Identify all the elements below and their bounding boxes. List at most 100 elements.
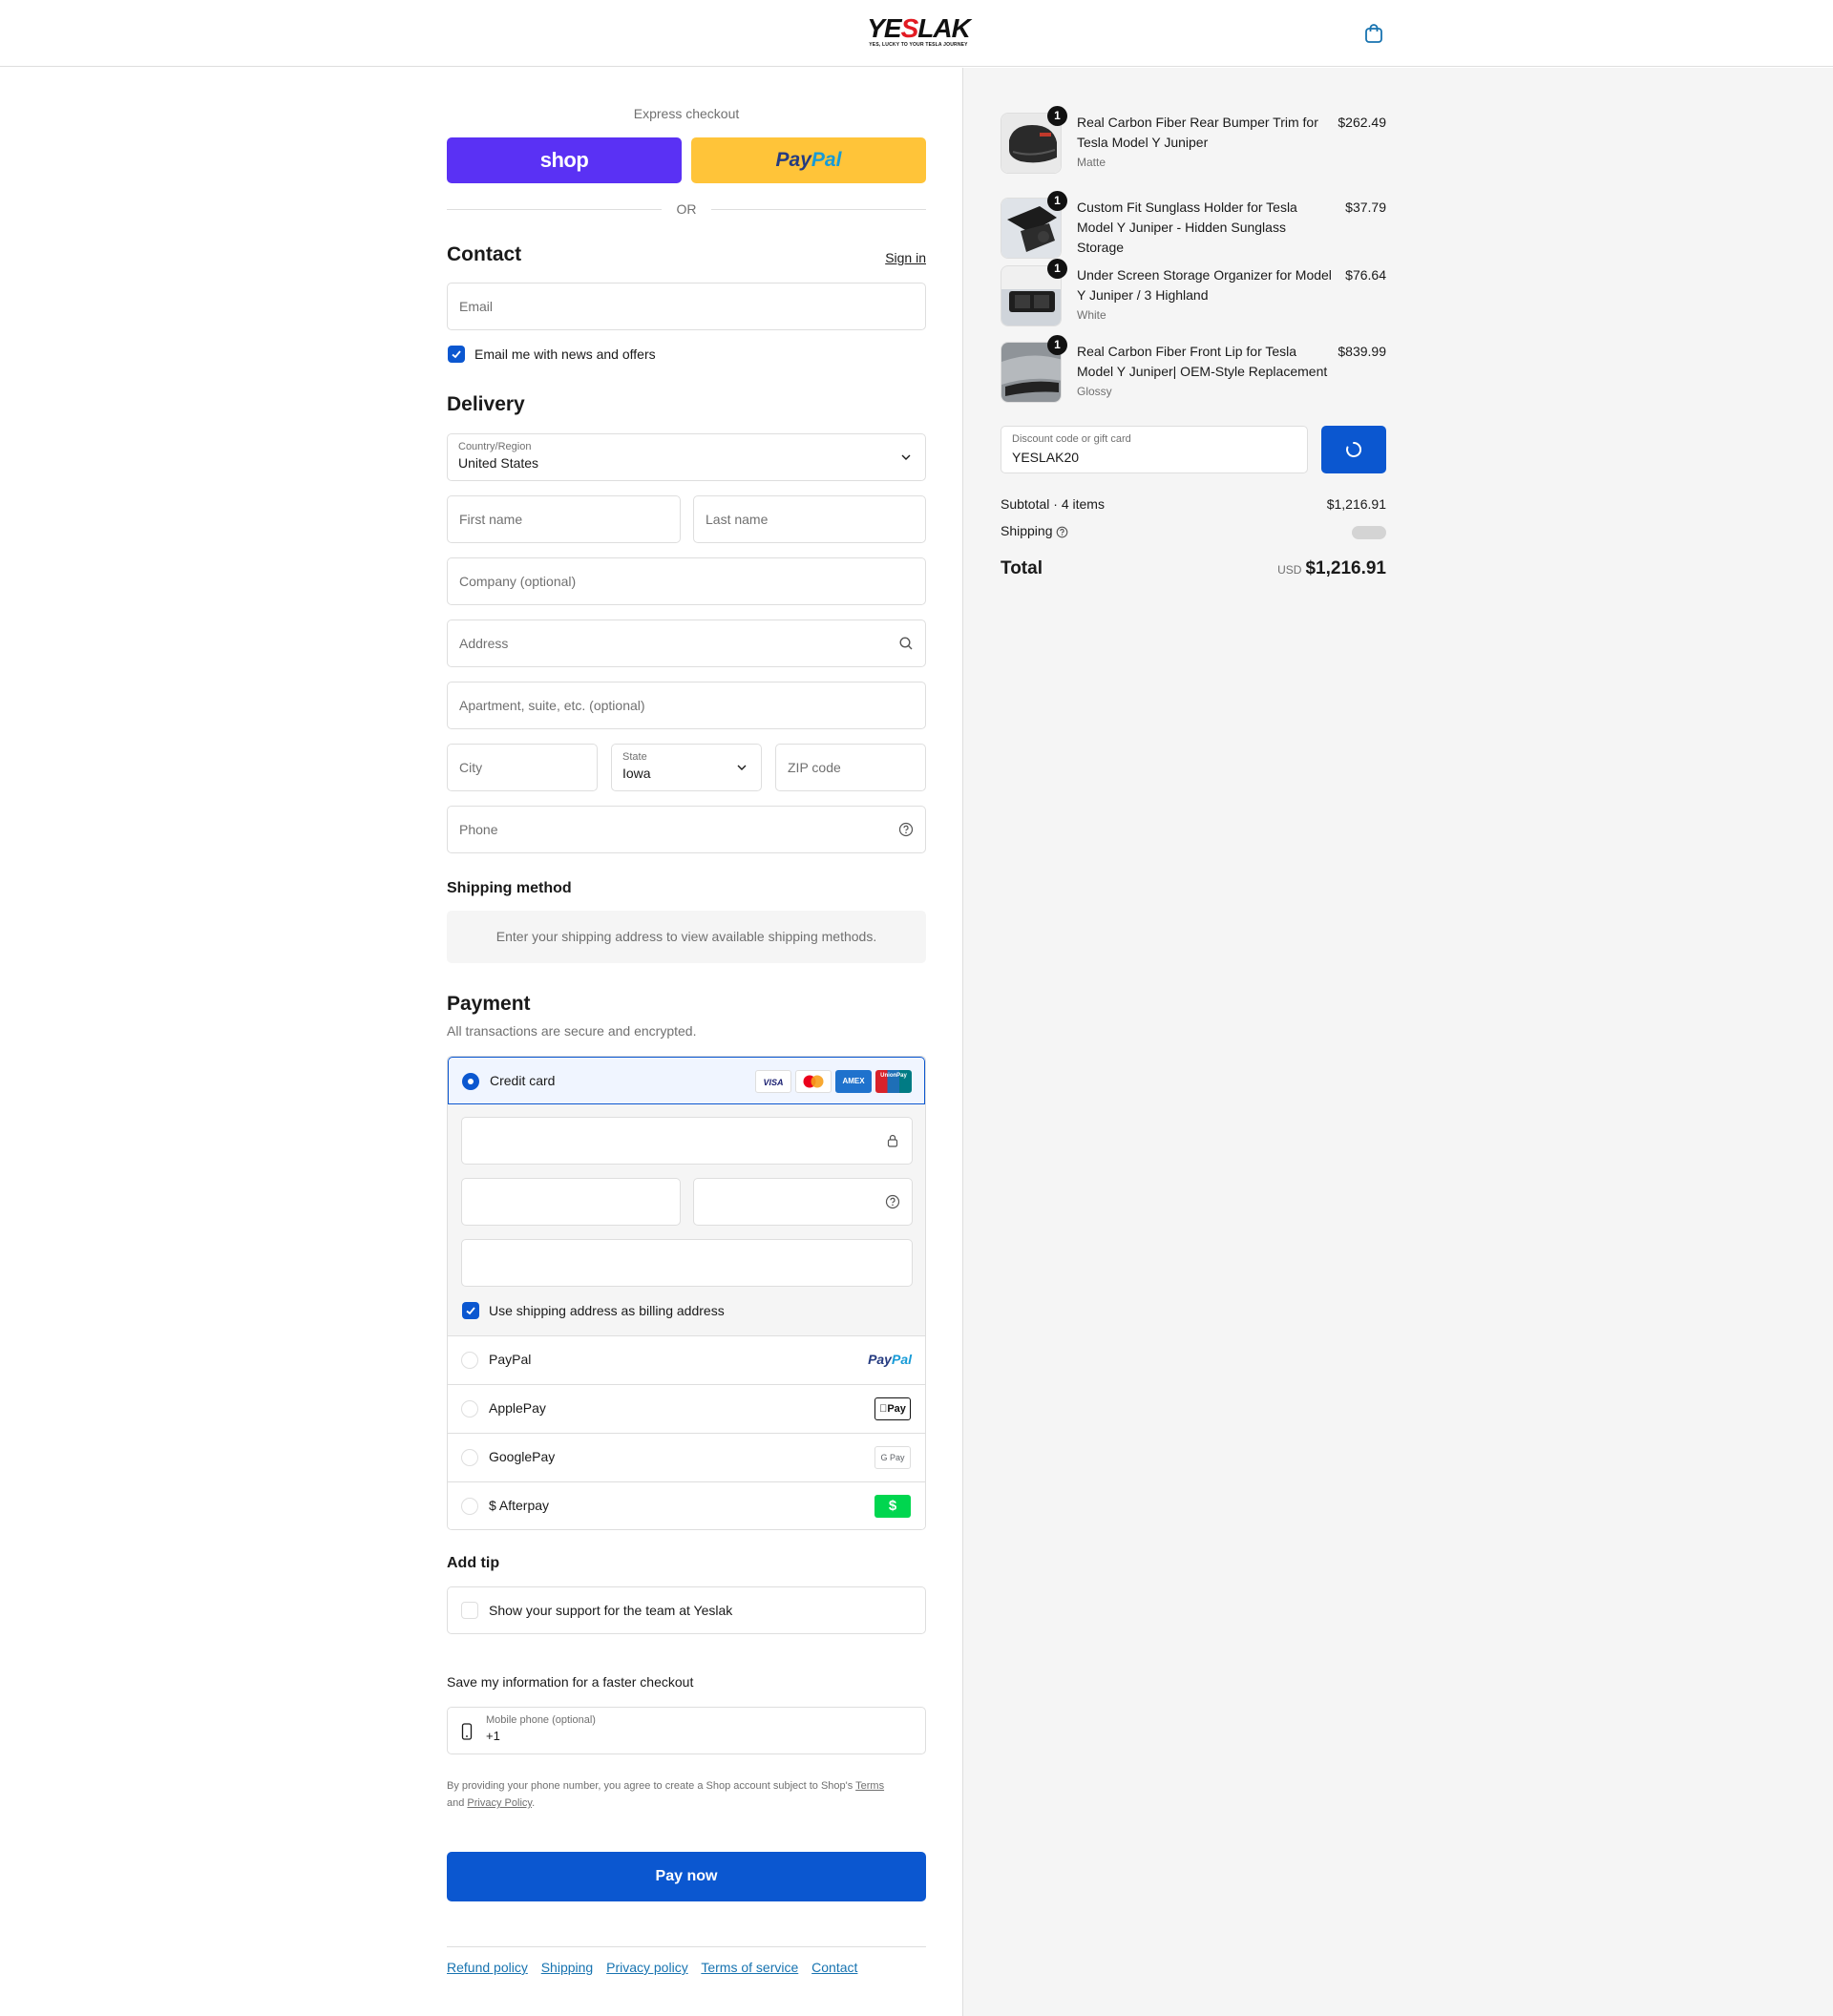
- tip-option[interactable]: Show your support for the team at Yeslak: [447, 1586, 926, 1634]
- apply-discount-button[interactable]: [1321, 426, 1386, 473]
- help-icon[interactable]: [898, 822, 914, 837]
- express-checkout-label: Express checkout: [633, 106, 740, 121]
- name-on-card-field[interactable]: [461, 1239, 913, 1287]
- shipping-method-heading: Shipping method: [447, 880, 572, 896]
- quantity-badge: 1: [1047, 191, 1067, 211]
- credit-card-radio[interactable]: [462, 1073, 479, 1090]
- shipping-label: Shipping: [1001, 523, 1053, 538]
- security-code-field[interactable]: [693, 1178, 913, 1226]
- state-select[interactable]: State Iowa: [611, 744, 762, 791]
- newsletter-checkbox[interactable]: [448, 346, 465, 363]
- product-variant: Matte: [1077, 156, 1106, 169]
- quantity-badge: 1: [1047, 335, 1067, 355]
- product-price: $839.99: [1338, 344, 1386, 359]
- phone-field[interactable]: Phone: [447, 806, 926, 853]
- contact-link[interactable]: Contact: [811, 1960, 857, 1975]
- paypal-logo-icon: PayPal: [868, 1352, 912, 1367]
- contact-heading: Contact: [447, 243, 522, 265]
- payment-subtitle: All transactions are secure and encrypte…: [447, 1023, 697, 1039]
- payment-methods: Credit card VISA AMEX UnionPay Use shipp…: [447, 1056, 926, 1530]
- product-price: $37.79: [1345, 200, 1386, 215]
- chevron-down-icon: [901, 454, 911, 460]
- subtotal-label: Subtotal · 4 items: [1001, 496, 1105, 512]
- newsletter-label: Email me with news and offers: [474, 346, 656, 362]
- terms-of-service-link[interactable]: Terms of service: [701, 1960, 798, 1975]
- tip-checkbox[interactable]: [461, 1602, 478, 1619]
- billing-address-label: Use shipping address as billing address: [489, 1303, 725, 1318]
- subtotal-value: $1,216.91: [1326, 496, 1386, 512]
- shipping-method-message: Enter your shipping address to view avai…: [447, 911, 926, 963]
- company-field[interactable]: Company (optional): [447, 557, 926, 605]
- tip-heading: Add tip: [447, 1555, 500, 1571]
- footer-links: Refund policy Shipping Privacy policy Te…: [447, 1960, 867, 1975]
- store-logo[interactable]: YESLAK YES, LUCKY TO YOUR TESLA JOURNEY: [862, 15, 975, 49]
- shop-legal-text: By providing your phone number, you agre…: [447, 1780, 885, 1809]
- credit-card-fields: Use shipping address as billing address: [448, 1104, 925, 1336]
- credit-card-option[interactable]: Credit card VISA AMEX UnionPay: [448, 1057, 925, 1104]
- first-name-field[interactable]: First name: [447, 495, 681, 543]
- googlepay-option[interactable]: GooglePay G Pay: [448, 1434, 925, 1482]
- quantity-badge: 1: [1047, 259, 1067, 279]
- email-field[interactable]: Email: [447, 283, 926, 330]
- header: YESLAK YES, LUCKY TO YOUR TESLA JOURNEY: [0, 0, 1833, 67]
- product-variant: Glossy: [1077, 385, 1112, 398]
- visa-icon: VISA: [755, 1070, 791, 1093]
- amex-icon: AMEX: [835, 1070, 872, 1093]
- subtotal-row: Subtotal · 4 items $1,216.91: [1001, 496, 1386, 512]
- expiration-field[interactable]: [461, 1178, 681, 1226]
- address-field[interactable]: Address: [447, 620, 926, 667]
- country-select[interactable]: Country/Region United States: [447, 433, 926, 481]
- paypal-radio[interactable]: [461, 1352, 478, 1369]
- afterpay-radio[interactable]: [461, 1498, 478, 1515]
- search-icon: [899, 637, 913, 650]
- delivery-heading: Delivery: [447, 393, 525, 415]
- mobile-phone-field[interactable]: Mobile phone (optional) +1: [447, 1707, 926, 1754]
- or-divider: OR: [447, 200, 926, 219]
- billing-address-checkbox[interactable]: [462, 1302, 479, 1319]
- tip-label: Show your support for the team at Yeslak: [489, 1603, 733, 1618]
- loading-spinner-icon: [1346, 441, 1362, 457]
- pay-now-button[interactable]: Pay now: [447, 1852, 926, 1901]
- quantity-badge: 1: [1047, 106, 1067, 126]
- sign-in-link[interactable]: Sign in: [885, 250, 926, 265]
- card-number-field[interactable]: [461, 1117, 913, 1165]
- product-variant: White: [1077, 308, 1106, 322]
- applepay-option[interactable]: ApplePay Pay: [448, 1385, 925, 1434]
- credit-card-label: Credit card: [490, 1073, 556, 1088]
- paypal-option[interactable]: PayPal PayPal: [448, 1336, 925, 1385]
- product-price: $262.49: [1338, 115, 1386, 130]
- unionpay-icon: UnionPay: [875, 1070, 912, 1093]
- paypal-button[interactable]: PayPal: [691, 137, 926, 183]
- afterpay-option[interactable]: $ Afterpay $: [448, 1482, 925, 1529]
- currency-code: USD: [1277, 563, 1302, 577]
- help-icon[interactable]: [1056, 526, 1068, 538]
- last-name-field[interactable]: Last name: [693, 495, 926, 543]
- city-field[interactable]: City: [447, 744, 598, 791]
- lock-icon: [887, 1134, 898, 1147]
- refund-policy-link[interactable]: Refund policy: [447, 1960, 528, 1975]
- product-price: $76.64: [1345, 267, 1386, 283]
- privacy-policy-link[interactable]: Privacy policy: [606, 1960, 688, 1975]
- help-icon[interactable]: [885, 1194, 900, 1209]
- shipping-loading-placeholder: [1352, 526, 1386, 539]
- footer-divider: [447, 1946, 926, 1947]
- applepay-radio[interactable]: [461, 1400, 478, 1418]
- payment-heading: Payment: [447, 993, 531, 1015]
- privacy-link[interactable]: Privacy Policy: [467, 1797, 532, 1809]
- zip-field[interactable]: ZIP code: [775, 744, 926, 791]
- discount-code-field[interactable]: Discount code or gift card YESLAK20: [1001, 426, 1308, 473]
- product-name: Real Carbon Fiber Front Lip for Tesla Mo…: [1077, 344, 1328, 379]
- googlepay-radio[interactable]: [461, 1449, 478, 1466]
- apartment-field[interactable]: Apartment, suite, etc. (optional): [447, 682, 926, 729]
- shipping-link[interactable]: Shipping: [541, 1960, 594, 1975]
- shopping-bag-icon[interactable]: [1363, 23, 1384, 44]
- terms-link[interactable]: Terms: [855, 1780, 884, 1792]
- apple-pay-icon: Pay: [874, 1397, 911, 1420]
- mastercard-icon: [795, 1070, 832, 1093]
- shop-pay-button[interactable]: shop: [447, 137, 682, 183]
- cash-app-icon: $: [874, 1495, 911, 1518]
- shipping-row: Shipping: [1001, 523, 1386, 539]
- google-pay-icon: G Pay: [874, 1446, 911, 1469]
- product-name: Custom Fit Sunglass Holder for Tesla Mod…: [1077, 200, 1297, 255]
- chevron-down-icon: [737, 765, 747, 770]
